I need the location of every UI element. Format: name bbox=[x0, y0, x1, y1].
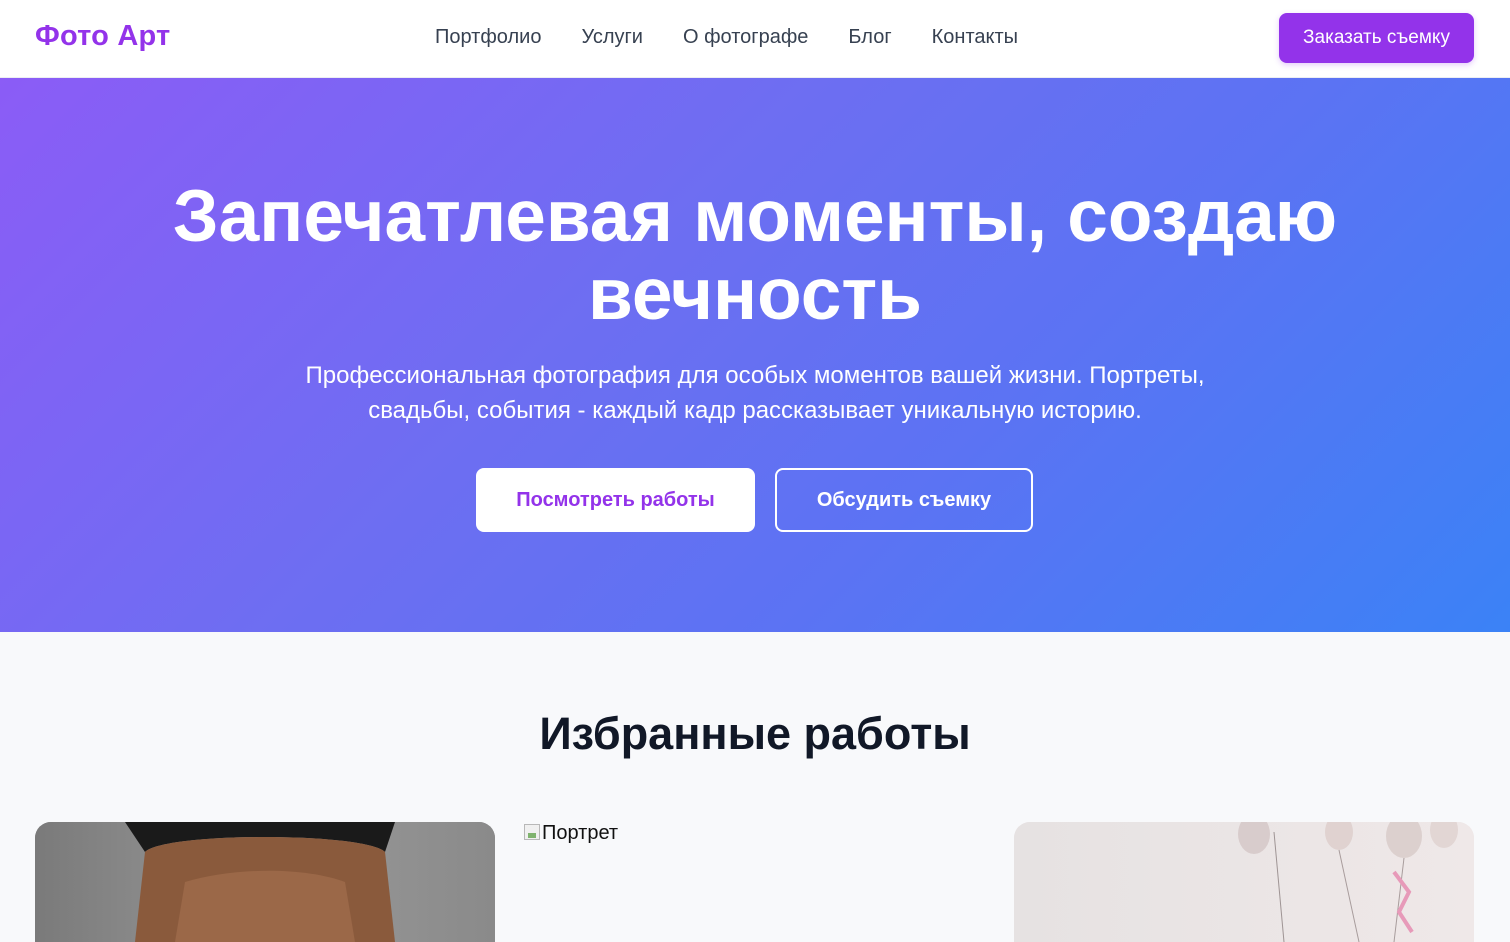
broken-image-icon bbox=[524, 824, 540, 840]
work-card-portrait[interactable] bbox=[35, 822, 495, 942]
site-logo[interactable]: Фото Арт bbox=[35, 20, 170, 53]
book-shoot-button[interactable]: Заказать съемку bbox=[1279, 13, 1474, 63]
broken-image-alt: Портрет bbox=[542, 822, 619, 844]
work-card-balloons[interactable] bbox=[1014, 822, 1474, 942]
portrait-photo bbox=[35, 822, 495, 942]
discuss-shoot-button[interactable]: Обсудить съемку bbox=[775, 468, 1033, 532]
hero-subtitle: Профессиональная фотография для особых м… bbox=[305, 362, 1205, 424]
nav-link-contacts[interactable]: Контакты bbox=[932, 26, 1018, 49]
view-works-button[interactable]: Посмотреть работы bbox=[476, 468, 755, 532]
balloons-photo bbox=[1014, 822, 1474, 942]
nav-link-about[interactable]: О фотографе bbox=[683, 26, 808, 49]
site-header: Фото Арт Портфолио Услуги О фотографе Бл… bbox=[0, 0, 1510, 78]
work-card-broken[interactable]: Портрет bbox=[524, 822, 984, 922]
nav-link-services[interactable]: Услуги bbox=[581, 26, 643, 49]
broken-image: Портрет bbox=[524, 822, 984, 845]
featured-works-title: Избранные работы bbox=[539, 708, 971, 759]
hero-title: Запечатлевая моменты, создаю вечность bbox=[172, 176, 1338, 335]
hero-section: Запечатлевая моменты, создаю вечность Пр… bbox=[0, 78, 1510, 632]
nav-link-portfolio[interactable]: Портфолио bbox=[435, 26, 541, 49]
nav-link-blog[interactable]: Блог bbox=[848, 26, 891, 49]
main-nav: Портфолио Услуги О фотографе Блог Контак… bbox=[435, 26, 1018, 49]
